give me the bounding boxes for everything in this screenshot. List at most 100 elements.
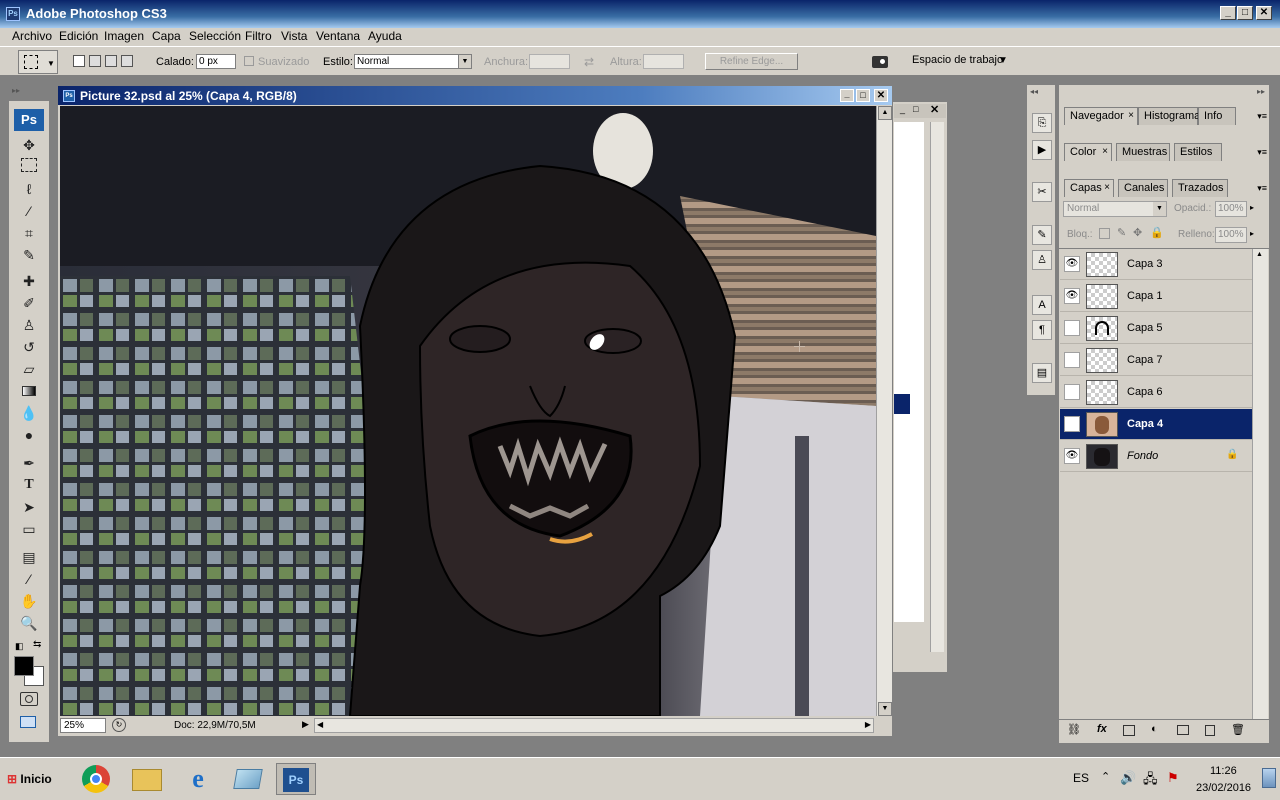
fill-slider-icon[interactable]: ▸ [1250, 229, 1254, 238]
clock-date[interactable]: 23/02/2016 [1196, 782, 1251, 794]
slice-tool-icon[interactable]: ✎ [19, 246, 39, 264]
layer-mask-icon[interactable] [1123, 725, 1135, 736]
background-document-scrollbar[interactable] [930, 122, 944, 652]
panels-collapse-icon[interactable]: ▸▸ [1257, 87, 1265, 96]
foreground-color-swatch[interactable] [14, 656, 34, 676]
path-selection-icon[interactable]: ➤ [19, 498, 39, 516]
lock-move-icon[interactable]: ✥ [1133, 226, 1142, 239]
scroll-right-icon[interactable]: ▶ [865, 720, 871, 729]
new-group-icon[interactable] [1177, 725, 1189, 735]
maximize-button[interactable]: □ [1237, 6, 1253, 20]
background-document-window[interactable]: _ □ ✕ [891, 101, 948, 673]
visibility-toggle[interactable] [1064, 352, 1080, 368]
menu-ayuda[interactable]: Ayuda [368, 29, 402, 43]
internet-explorer-icon[interactable]: e [178, 763, 218, 795]
add-selection-icon[interactable] [89, 55, 101, 67]
brushes-panel-icon[interactable]: ✎ [1032, 225, 1052, 245]
fill-input[interactable]: 100% [1215, 227, 1247, 243]
magic-wand-tool-icon[interactable]: ⁄ [19, 202, 39, 220]
panel-menu-icon[interactable]: ▾≡ [1257, 183, 1267, 194]
action-center-icon[interactable]: ⚑ [1167, 770, 1179, 786]
doc-close-button[interactable]: ✕ [874, 89, 888, 102]
close-button[interactable]: ✕ [1256, 6, 1272, 20]
menu-imagen[interactable]: Imagen [104, 29, 144, 43]
tab-capas[interactable]: Capas × [1064, 179, 1114, 197]
minimize-button[interactable]: _ [1220, 6, 1236, 20]
horizontal-scrollbar[interactable]: ◀ ▶ [314, 718, 874, 733]
shape-tool-icon[interactable]: ▭ [19, 520, 39, 538]
chrome-icon[interactable] [76, 763, 116, 795]
hand-tool-icon[interactable]: ✋ [19, 592, 39, 610]
history-panel-icon[interactable]: ⎘ [1032, 113, 1052, 133]
opacity-input[interactable]: 100% [1215, 201, 1247, 217]
show-hidden-icons-icon[interactable]: ⌃ [1101, 770, 1110, 783]
layer-comps-icon[interactable]: ▤ [1032, 363, 1052, 383]
brush-tool-icon[interactable]: ✐ [19, 294, 39, 312]
layer-row-capa-5[interactable]: Capa 5 [1060, 313, 1252, 344]
status-menu-arrow-icon[interactable]: ▶ [302, 719, 309, 730]
dodge-tool-icon[interactable]: ● [19, 426, 39, 444]
history-brush-icon[interactable]: ↺ [19, 338, 39, 356]
visibility-eye-icon[interactable]: 👁 [1064, 288, 1080, 304]
blend-mode-select[interactable]: Normal ▼ [1063, 201, 1167, 217]
style-select[interactable]: Normal ▼ [354, 54, 472, 69]
tab-color[interactable]: Color × [1064, 143, 1112, 161]
minimize-icon[interactable]: _ [900, 104, 905, 114]
new-selection-icon[interactable] [73, 55, 85, 67]
type-tool-icon[interactable]: T [19, 476, 39, 494]
pen-tool-icon[interactable]: ✒ [19, 454, 39, 472]
close-icon[interactable]: × [1102, 144, 1108, 160]
tab-navegador[interactable]: Navegador × [1064, 107, 1138, 125]
paragraph-panel-icon[interactable]: ¶ [1032, 320, 1052, 340]
refine-edge-button[interactable]: Refine Edge... [705, 53, 798, 70]
document-title-bar[interactable]: Ps Picture 32.psd al 25% (Capa 4, RGB/8)… [58, 86, 892, 105]
start-button[interactable]: ⊞ Inicio [3, 766, 58, 793]
panel-menu-icon[interactable]: ▾≡ [1257, 111, 1267, 122]
lock-paint-icon[interactable]: ✎ [1117, 226, 1126, 239]
healing-brush-icon[interactable]: ✚ [19, 272, 39, 290]
width-input[interactable] [529, 54, 570, 69]
menu-archivo[interactable]: Archivo [12, 29, 52, 43]
close-icon[interactable]: × [1128, 108, 1134, 124]
tab-estilos[interactable]: Estilos [1174, 143, 1222, 161]
clone-stamp-icon[interactable]: ♙ [19, 316, 39, 334]
explorer-folder-icon[interactable] [127, 763, 167, 795]
doc-maximize-button[interactable]: □ [856, 89, 870, 102]
menu-seleccion[interactable]: Selección [189, 29, 241, 43]
layer-row-capa-6[interactable]: Capa 6 [1060, 377, 1252, 408]
bridge-icon[interactable] [870, 52, 892, 72]
lock-transparent-icon[interactable] [1099, 228, 1110, 239]
trash-icon[interactable]: 🗑 [1231, 723, 1245, 736]
subtract-selection-icon[interactable] [105, 55, 117, 67]
feather-input[interactable]: 0 px [196, 54, 236, 69]
doc-minimize-button[interactable]: _ [840, 89, 854, 102]
layer-row-fondo[interactable]: 👁 Fondo 🔒 [1060, 441, 1252, 472]
scroll-up-icon[interactable]: ▲ [878, 106, 892, 120]
visibility-toggle[interactable] [1064, 416, 1080, 432]
status-info-icon[interactable]: ↻ [112, 718, 126, 732]
marquee-tool-icon[interactable] [21, 158, 37, 172]
blur-tool-icon[interactable]: 💧 [19, 404, 39, 422]
close-icon[interactable]: ✕ [930, 103, 939, 116]
visibility-eye-icon[interactable]: 👁 [1064, 256, 1080, 272]
language-indicator[interactable]: ES [1073, 771, 1089, 785]
tab-canales[interactable]: Canales [1118, 179, 1168, 197]
tab-histograma[interactable]: Histograma [1138, 107, 1200, 125]
network-icon[interactable]: 🖧 [1143, 770, 1158, 792]
layer-row-capa-7[interactable]: Capa 7 [1060, 345, 1252, 376]
move-tool-icon[interactable]: ✥ [19, 136, 39, 154]
clone-source-icon[interactable]: ♙ [1032, 250, 1052, 270]
screen-mode-icon[interactable] [20, 716, 38, 730]
tab-muestras[interactable]: Muestras [1116, 143, 1170, 161]
image-canvas[interactable] [60, 106, 876, 716]
dock-expand-icon[interactable]: ◂◂ [1030, 87, 1038, 96]
menu-vista[interactable]: Vista [281, 29, 307, 43]
eraser-tool-icon[interactable]: ▱ [19, 360, 39, 378]
zoom-tool-icon[interactable]: 🔍 [19, 614, 39, 632]
link-layers-icon[interactable]: ⛓ [1067, 723, 1081, 736]
vertical-scrollbar[interactable]: ▲ ▼ [876, 106, 892, 716]
zoom-level[interactable]: 25% [60, 718, 106, 733]
scroll-up-icon[interactable]: ▲ [1256, 251, 1263, 258]
wallpaper-app-icon[interactable] [228, 763, 268, 795]
swap-colors-icon[interactable]: ⇆ [33, 639, 41, 650]
